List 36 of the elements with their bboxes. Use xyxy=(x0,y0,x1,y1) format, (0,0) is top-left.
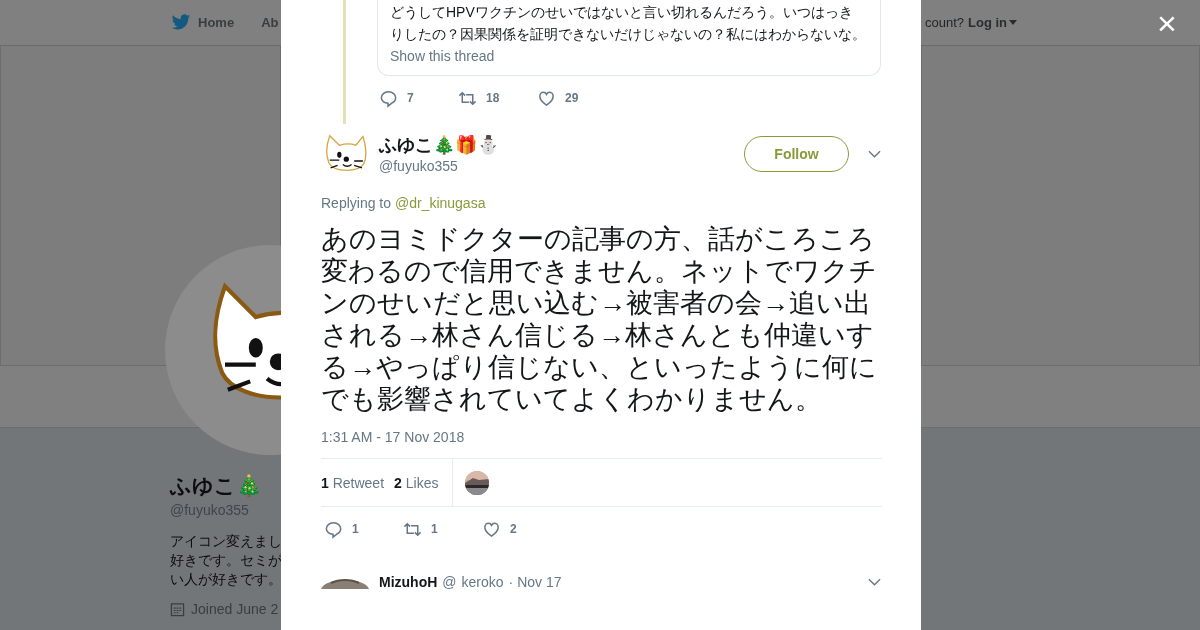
calendar-icon xyxy=(170,601,185,617)
reply-icon[interactable] xyxy=(324,519,343,539)
action-count: 29 xyxy=(565,91,579,105)
profile-bio: アイコン変えまし 好きです。セミが い人が好きです。 xyxy=(170,532,281,589)
user-handle[interactable]: @fuyuko355 xyxy=(379,158,744,174)
reply-user-handle[interactable]: keroko xyxy=(461,574,504,590)
caret-icon[interactable] xyxy=(1009,20,1018,25)
login-menu[interactable]: Log in xyxy=(968,15,1018,30)
reply-user-name[interactable]: MizuhoH xyxy=(379,574,438,590)
quoted-tweet-text: どうしてHPVワクチンのせいではないと言い切れるんだろう。いつはっき りしたの？因果関係を証明できないだけじゃないの？私にはわからないな。 xyxy=(390,3,867,44)
reply-date[interactable]: · Nov 17 xyxy=(508,574,562,590)
stat-link[interactable]: 1 Retweet xyxy=(321,474,385,491)
account-prompt: count? xyxy=(925,15,965,30)
show-thread-link[interactable]: Show this thread xyxy=(390,47,495,65)
replying-to-text: Replying to @dr_kinugasa xyxy=(321,195,487,211)
profile-name: ふゆこ🎄 xyxy=(170,473,263,500)
chevron-down-icon[interactable] xyxy=(868,150,881,158)
action-count: 18 xyxy=(486,91,500,105)
action-count: 1 xyxy=(352,522,359,536)
home-link[interactable]: Home xyxy=(198,15,235,30)
close-button[interactable]: × xyxy=(1157,7,1177,38)
action-count: 2 xyxy=(510,522,517,536)
joined-date: Joined June 2 xyxy=(191,601,279,617)
reply-at-sign: @ xyxy=(442,574,457,590)
tweet-timestamp: 1:31 AM - 17 Nov 2018 xyxy=(321,429,466,445)
chevron-down-icon[interactable] xyxy=(868,578,881,586)
reply-icon[interactable] xyxy=(379,88,398,108)
tweet-text: あのヨミドクターの記事の方、話がころころ変わるので信用できません。ネットでワクチンのせいだと思い込む→被害者の会→追い出される→林さん信じる→林さんとも仲違いする→やっぱり信じない、といったように何にでも影響されていてよくわかりません。 xyxy=(321,223,878,415)
mention-link[interactable]: @dr_kinugasa xyxy=(394,195,486,211)
stat-link[interactable]: 2 Likes xyxy=(394,474,439,491)
action-count: 1 xyxy=(431,522,438,536)
about-link[interactable]: Ab xyxy=(261,15,279,30)
action-count: 7 xyxy=(407,91,414,105)
quoted-tweet-card[interactable]: どうしてHPVワクチンのせいではないと言い切れるんだろう。いつはっき りしたの？因果関係を証明できないだけじゃないの？私にはわからないな。 Show this thread xyxy=(377,0,881,76)
follow-button[interactable]: Follow xyxy=(744,136,849,172)
user-name[interactable]: ふゆこ🎄🎁⛄ xyxy=(379,134,744,156)
